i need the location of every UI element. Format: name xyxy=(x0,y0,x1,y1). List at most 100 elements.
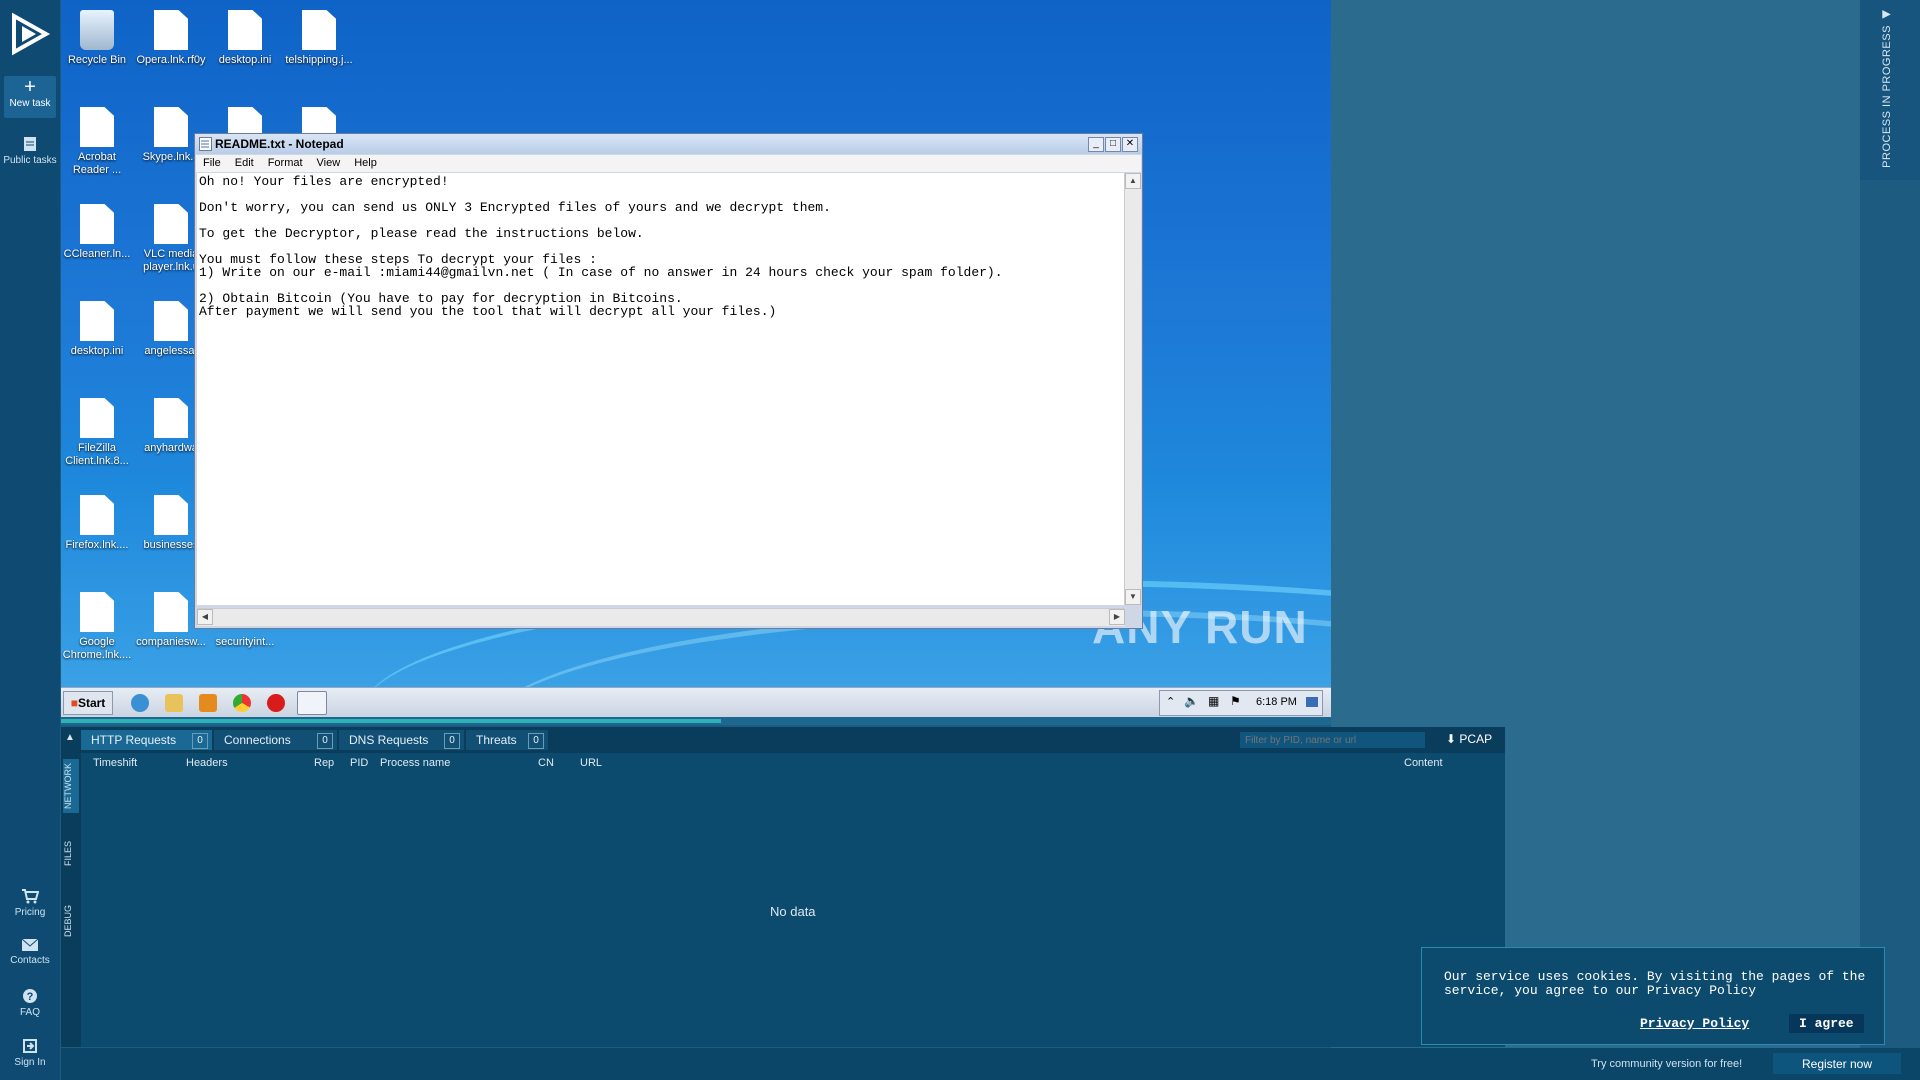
start-button[interactable]: ■Start xyxy=(63,691,113,715)
plus-icon: + xyxy=(24,76,36,98)
media-player-icon[interactable] xyxy=(199,694,217,712)
tab-dns-requests[interactable]: DNS Requests 0 xyxy=(339,730,464,750)
desktop-icon[interactable]: desktop.ini xyxy=(209,10,281,67)
cart-icon xyxy=(22,889,39,904)
settings-file-icon xyxy=(228,10,262,50)
menu-format[interactable]: Format xyxy=(261,155,310,171)
scroll-down-icon[interactable]: ▼ xyxy=(1125,589,1141,605)
column-timeshift[interactable]: Timeshift xyxy=(93,757,137,769)
contacts-link[interactable]: Contacts xyxy=(0,938,60,966)
analysis-progress-bar xyxy=(61,717,1331,725)
network-icon[interactable]: ▦ xyxy=(1208,694,1219,708)
menu-view[interactable]: View xyxy=(310,155,348,171)
desktop-icon[interactable]: Opera.lnk.rf0y xyxy=(135,10,207,67)
tab-connections[interactable]: Connections 0 xyxy=(214,730,337,750)
process-in-progress-label: PROCESS IN PROGRESS ◀ xyxy=(1881,8,1893,168)
opera-icon[interactable] xyxy=(267,694,285,712)
community-promo: Try community version for free! xyxy=(1591,1058,1743,1070)
file-icon xyxy=(80,398,114,438)
faq-link[interactable]: ? FAQ xyxy=(0,988,60,1018)
tray-expand-icon[interactable]: ⌃ xyxy=(1166,695,1175,708)
envelope-icon xyxy=(21,938,39,951)
no-data-message: No data xyxy=(770,904,816,919)
vertical-scrollbar[interactable]: ▲ ▼ xyxy=(1124,173,1141,605)
column-content[interactable]: Content xyxy=(1404,757,1443,769)
side-vertical-tabs: NETWORK FILES DEBUG xyxy=(61,753,81,1047)
footer-bar: Try community version for free! Register… xyxy=(61,1048,1920,1080)
menu-edit[interactable]: Edit xyxy=(228,155,261,171)
sign-in-icon xyxy=(23,1039,37,1053)
notepad-text-area[interactable]: Oh no! Your files are encrypted! Don't w… xyxy=(197,173,1125,605)
chrome-icon[interactable] xyxy=(233,694,251,712)
desktop-icon[interactable]: telshipping.j... xyxy=(283,10,355,67)
vtab-files[interactable]: FILES xyxy=(63,833,79,873)
network-tabs: ▲ HTTP Requests 0 Connections 0 DNS Reques… xyxy=(61,727,1505,753)
progress-fill xyxy=(61,719,722,723)
column-url[interactable]: URL xyxy=(580,757,602,769)
desktop-icon[interactable]: CCleaner.ln... xyxy=(61,204,133,261)
file-icon xyxy=(154,592,188,632)
file-icon xyxy=(154,301,188,341)
vtab-debug[interactable]: DEBUG xyxy=(63,899,79,943)
filter-input[interactable] xyxy=(1240,732,1425,748)
column-process-name[interactable]: Process name xyxy=(380,757,450,769)
tab-threats[interactable]: Threats 0 xyxy=(466,730,548,750)
scroll-up-icon[interactable]: ▲ xyxy=(1125,173,1141,189)
cookie-banner: Our service uses cookies. By visiting th… xyxy=(1421,947,1885,1045)
column-pid[interactable]: PID xyxy=(350,757,368,769)
system-tray: ⌃ 🔈 ▦ ⚑ 6:18 PM xyxy=(1159,690,1323,716)
column-headers[interactable]: Headers xyxy=(186,757,228,769)
desktop-icon[interactable]: desktop.ini xyxy=(61,301,133,358)
anyrun-logo-icon[interactable] xyxy=(8,12,52,61)
file-icon xyxy=(80,495,114,535)
flag-icon[interactable]: ⚑ xyxy=(1230,694,1241,708)
register-button[interactable]: Register now xyxy=(1773,1053,1901,1074)
desktop-icon[interactable]: Recycle Bin xyxy=(61,10,133,67)
privacy-policy-link[interactable]: Privacy Policy xyxy=(1640,1016,1749,1031)
notepad-menubar: File Edit Format View Help xyxy=(196,155,1141,172)
scroll-right-icon[interactable]: ▶ xyxy=(1109,609,1125,625)
file-icon xyxy=(80,204,114,244)
column-rep[interactable]: Rep xyxy=(314,757,334,769)
windows-taskbar: ■Start ⌃ 🔈 ▦ ⚑ 6:18 PM xyxy=(61,687,1331,718)
collapse-icon[interactable]: ▲ xyxy=(65,732,75,743)
question-icon: ? xyxy=(23,989,37,1003)
file-icon xyxy=(154,10,188,50)
desktop-icon[interactable]: Acrobat Reader ... xyxy=(61,107,133,177)
pcap-download-button[interactable]: ⬇ PCAP xyxy=(1446,732,1492,746)
notepad-taskbar-icon[interactable] xyxy=(297,691,327,715)
table-header: Timeshift Headers Rep PID Process name C… xyxy=(83,753,1505,773)
desktop-icon[interactable]: FileZilla Client.lnk.8... xyxy=(61,398,133,468)
show-desktop-icon[interactable] xyxy=(1306,697,1318,707)
public-tasks-link[interactable]: Public tasks xyxy=(0,136,60,166)
document-icon xyxy=(24,137,36,151)
vtab-network[interactable]: NETWORK xyxy=(63,759,79,813)
ie-icon[interactable] xyxy=(131,694,149,712)
desktop-icon[interactable]: Google Chrome.lnk.... xyxy=(61,592,133,662)
agree-button[interactable]: I agree xyxy=(1789,1014,1864,1033)
menu-file[interactable]: File xyxy=(196,155,228,171)
tab-http-requests[interactable]: HTTP Requests 0 xyxy=(81,730,212,750)
new-task-button[interactable]: + New task xyxy=(4,76,56,118)
notepad-window[interactable]: README.txt - Notepad _ □ ✕ File Edit Forma… xyxy=(194,133,1143,629)
file-icon xyxy=(302,10,336,50)
pricing-link[interactable]: Pricing xyxy=(0,888,60,918)
svg-text:?: ? xyxy=(27,991,34,1003)
cookie-text: Our service uses cookies. By visiting th… xyxy=(1444,969,1866,998)
file-icon xyxy=(154,107,188,147)
sign-in-link[interactable]: Sign In xyxy=(0,1038,60,1068)
notepad-titlebar[interactable]: README.txt - Notepad _ □ ✕ xyxy=(195,134,1142,154)
taskbar-clock[interactable]: 6:18 PM xyxy=(1256,696,1297,708)
column-cn[interactable]: CN xyxy=(538,757,554,769)
scroll-left-icon[interactable]: ◀ xyxy=(197,609,213,625)
volume-icon[interactable]: 🔈 xyxy=(1184,694,1199,708)
file-icon xyxy=(154,495,188,535)
maximize-icon[interactable]: □ xyxy=(1105,137,1121,152)
minimize-icon[interactable]: _ xyxy=(1088,137,1104,152)
horizontal-scrollbar[interactable]: ◀ ▶ xyxy=(197,608,1125,626)
close-icon[interactable]: ✕ xyxy=(1122,137,1138,152)
recycle-bin-icon xyxy=(80,10,114,50)
menu-help[interactable]: Help xyxy=(347,155,384,171)
desktop-icon[interactable]: Firefox.lnk.... xyxy=(61,495,133,552)
explorer-icon[interactable] xyxy=(165,694,183,712)
